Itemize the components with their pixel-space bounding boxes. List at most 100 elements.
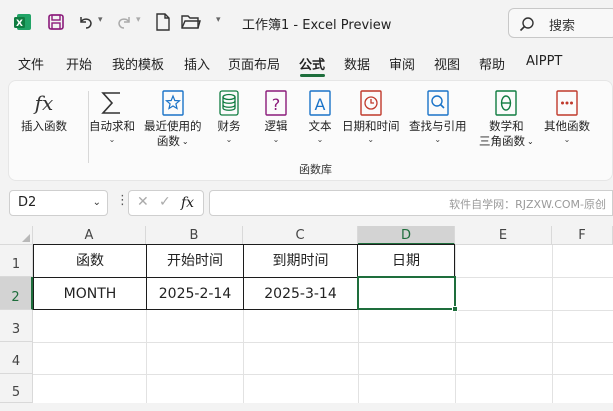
gridline xyxy=(243,310,244,403)
financial-label: 财务 xyxy=(217,119,241,133)
spreadsheet-grid: A B C D E F 1 2 3 4 5 函数 开始时间 到期时间 日期 MO… xyxy=(0,226,613,403)
clock-book-icon xyxy=(356,87,386,119)
tab-home[interactable]: 开始 xyxy=(66,54,92,73)
question-book-icon: ? xyxy=(261,87,291,119)
tab-help[interactable]: 帮助 xyxy=(479,54,505,73)
column-header-b[interactable]: B xyxy=(146,226,243,245)
watermark-text: 软件自学网：RJZXW.COM-原创 xyxy=(449,198,606,211)
cell-c2[interactable]: 2025-3-14 xyxy=(244,278,357,310)
row-header-2[interactable]: 2 xyxy=(0,277,33,310)
insert-function-button[interactable]: fx 插入函数 xyxy=(21,87,67,134)
tab-view[interactable]: 视图 xyxy=(434,54,460,73)
column-header-f[interactable]: F xyxy=(552,226,613,245)
gridline xyxy=(455,310,613,311)
tab-insert[interactable]: 插入 xyxy=(184,54,210,73)
redo-dropdown-icon[interactable]: ▾ xyxy=(136,15,141,25)
column-header-d[interactable]: D xyxy=(358,226,455,245)
cancel-icon[interactable]: ✕ xyxy=(137,194,149,210)
recent-label-line1: 最近使用的 xyxy=(144,119,202,133)
coins-icon xyxy=(214,87,244,119)
cell-a2[interactable]: MONTH xyxy=(34,278,146,310)
insert-function-label: 插入函数 xyxy=(21,119,67,133)
new-file-icon[interactable] xyxy=(152,11,174,33)
math-label-line1: 数学和 xyxy=(489,119,524,133)
cell-b2[interactable]: 2025-2-14 xyxy=(147,278,243,310)
active-cell-highlight[interactable] xyxy=(357,276,456,310)
recently-used-button[interactable]: 最近使用的 函数 ⌄ xyxy=(144,87,202,149)
active-tab-indicator xyxy=(300,74,325,77)
gridline xyxy=(33,342,613,343)
chevron-down-icon: ⌄ xyxy=(316,135,324,144)
fx-icon[interactable]: fx xyxy=(181,195,194,211)
row-header-3[interactable]: 3 xyxy=(0,310,33,342)
text-a-icon: A xyxy=(305,87,335,119)
logical-button[interactable]: ? 逻辑 ⌄ xyxy=(261,87,291,144)
autosum-button[interactable]: 自动求和 ⌄ xyxy=(89,87,135,144)
open-folder-icon[interactable] xyxy=(180,11,202,33)
column-header-c[interactable]: C xyxy=(243,226,358,245)
star-book-icon xyxy=(158,87,188,119)
gridline xyxy=(358,310,359,403)
function-library-group-label: 函数库 xyxy=(299,163,332,176)
tab-data[interactable]: 数据 xyxy=(344,54,370,73)
chevron-down-icon: ⌄ xyxy=(367,135,375,144)
cell-a1[interactable]: 函数 xyxy=(34,245,146,277)
search-icon xyxy=(519,16,535,36)
row-header-4[interactable]: 4 xyxy=(0,342,33,374)
recent-label-line2: 函数 xyxy=(156,134,180,148)
chevron-down-icon: ⌄ xyxy=(434,135,442,144)
tab-review[interactable]: 审阅 xyxy=(389,54,415,73)
tab-formulas[interactable]: 公式 xyxy=(299,54,325,73)
tab-my-templates[interactable]: 我的模板 xyxy=(112,54,164,73)
text-label: 文本 xyxy=(308,119,332,133)
cell-d1[interactable]: 日期 xyxy=(358,245,454,277)
name-box[interactable]: D2 ⌄ xyxy=(9,190,108,216)
cell-c1[interactable]: 到期时间 xyxy=(244,245,357,277)
name-box-value: D2 xyxy=(18,195,37,210)
tab-page-layout[interactable]: 页面布局 xyxy=(228,54,280,73)
gridline xyxy=(552,245,553,403)
window-title: 工作簿1 - Excel Preview xyxy=(242,18,392,33)
tab-file[interactable]: 文件 xyxy=(18,54,44,73)
row-header-1[interactable]: 1 xyxy=(0,245,33,277)
undo-dropdown-icon[interactable]: ▾ xyxy=(98,15,103,25)
sigma-icon xyxy=(97,87,127,119)
theta-book-icon xyxy=(491,87,521,119)
lookup-reference-button[interactable]: 查找与引用 ⌄ xyxy=(409,87,467,144)
chevron-down-icon: ⌄ xyxy=(563,135,571,144)
column-header-a[interactable]: A xyxy=(33,226,146,245)
chevron-down-icon: ⌄ xyxy=(225,135,233,144)
date-time-button[interactable]: 日期和时间 ⌄ xyxy=(342,87,400,144)
formula-tools: ✕ ✓ fx xyxy=(128,190,204,216)
fill-handle[interactable] xyxy=(452,306,458,312)
more-functions-label: 其他函数 xyxy=(544,119,590,133)
tab-aippt[interactable]: AIPPT xyxy=(526,54,562,69)
math-trig-button[interactable]: 数学和 三角函数 ⌄ xyxy=(479,87,534,149)
formula-input[interactable]: 软件自学网：RJZXW.COM-原创 xyxy=(209,190,613,216)
select-all-corner[interactable] xyxy=(0,226,33,245)
cell-b1[interactable]: 开始时间 xyxy=(147,245,243,277)
undo-icon[interactable] xyxy=(75,11,97,33)
more-functions-button[interactable]: 其他函数 ⌄ xyxy=(544,87,590,144)
row-header-5[interactable]: 5 xyxy=(0,374,33,403)
column-header-e[interactable]: E xyxy=(455,226,552,245)
title-bar: X ▾ ▾ ▾ 工作簿1 - Excel Preview 搜索 xyxy=(0,0,613,46)
redo-icon[interactable] xyxy=(113,11,135,33)
lookup-reference-label: 查找与引用 xyxy=(409,119,467,133)
save-icon[interactable] xyxy=(45,11,67,33)
text-button[interactable]: A 文本 ⌄ xyxy=(305,87,335,144)
ribbon-panel: fx 插入函数 自动求和 ⌄ 最近使用的 函数 ⌄ 财务 ⌄ ? 逻辑 ⌄ A … xyxy=(8,80,613,181)
magnifier-book-icon xyxy=(423,87,453,119)
enter-check-icon[interactable]: ✓ xyxy=(159,194,171,210)
autosum-label: 自动求和 xyxy=(89,119,135,133)
chevron-down-icon: ⌄ xyxy=(272,135,280,144)
svg-text:fx: fx xyxy=(33,91,54,115)
search-box[interactable]: 搜索 xyxy=(508,8,613,38)
financial-button[interactable]: 财务 ⌄ xyxy=(214,87,244,144)
excel-logo-icon: X xyxy=(12,11,34,33)
chevron-down-icon[interactable]: ⌄ xyxy=(93,197,101,208)
svg-text:?: ? xyxy=(272,95,281,114)
chevron-down-icon: ⌄ xyxy=(527,137,534,146)
customize-toolbar-icon[interactable]: ▾ xyxy=(216,15,221,25)
chevron-down-icon: ⌄ xyxy=(108,135,116,144)
